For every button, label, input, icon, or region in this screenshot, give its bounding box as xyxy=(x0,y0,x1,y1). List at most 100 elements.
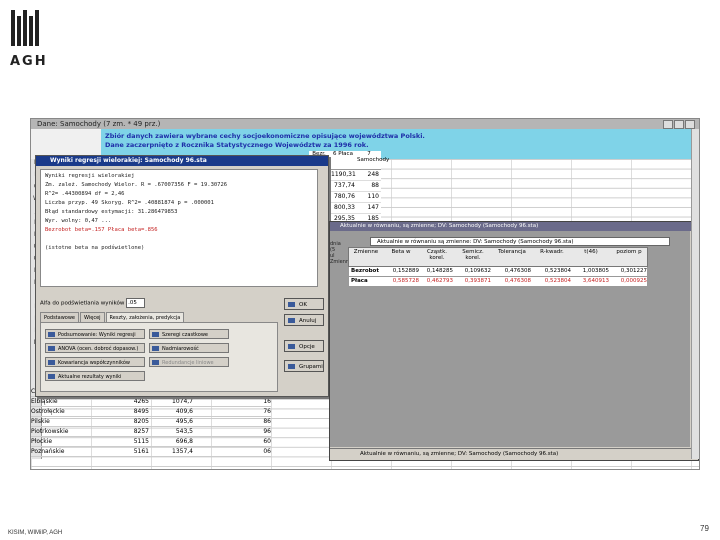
results-caption: Aktualnie w równaniu są zmienne: DV: Sam… xyxy=(370,237,670,246)
col-header-placa: 6 Płaca xyxy=(333,151,353,157)
table-row: Piotrkowskie 8257 543,5 96 xyxy=(31,427,271,437)
by-group-button[interactable]: Grupami xyxy=(284,360,324,372)
back-cell: 737,74 xyxy=(334,182,355,189)
city-value: 5161 xyxy=(133,448,149,455)
city-name: Poznańskie xyxy=(31,448,65,455)
results-column-header: poziom p xyxy=(616,249,642,255)
city-value: 8205 xyxy=(133,418,149,425)
options-button[interactable]: Opcje xyxy=(284,340,324,352)
results-table: Zmienne Beta w Cząstk. korel. Semicz. korel… xyxy=(348,247,648,287)
results-row-label: Bezrobot xyxy=(351,268,379,274)
city-value: 1074,7 xyxy=(172,398,193,405)
regression-results-dialog: Wyniki regresji wielorakiej: Samochody 9… xyxy=(35,155,329,397)
summary-results-button[interactable]: Podsumowanie: Wyniki regresji xyxy=(45,329,145,339)
alpha-row: Alfa do podświetlania wyników .05 xyxy=(40,298,146,308)
table-row: Płockie 5115 696,8 60 xyxy=(31,437,271,447)
results-side-labels: dnia (5 ul Zmienne xyxy=(330,241,352,265)
results-row-label: Płaca xyxy=(351,278,368,284)
footer-institution: KISIM, WIMiIP, AGH xyxy=(8,530,63,536)
results-cell: 0,152889 xyxy=(392,268,419,274)
results-cell: 0,476308 xyxy=(504,268,531,274)
back-cell: 147 xyxy=(367,204,379,211)
current-results-button[interactable]: Aktualne rezultaty wyniki xyxy=(45,371,145,381)
summary-line: Błąd standardowy estymacji: 31.286479853 xyxy=(45,209,178,215)
summary-line xyxy=(45,235,313,244)
results-table-header: Zmienne Beta w Cząstk. korel. Semicz. korel… xyxy=(348,247,648,267)
regression-summary: Wyniki regresji wielorakiej Zm. zależ. S… xyxy=(40,169,318,287)
results-sheet-tab[interactable]: Aktualnie w równaniu, są zmienne; DV: Sa… xyxy=(330,448,696,459)
covariance-button[interactable]: Kowariancja współczynników xyxy=(45,357,145,367)
maximize-icon[interactable] xyxy=(674,120,684,129)
city-value: 4265 xyxy=(133,398,149,405)
city-value: 409,6 xyxy=(175,408,193,415)
city-name: Pilskie xyxy=(31,418,50,425)
results-cell: 0,000925 xyxy=(620,278,647,284)
summary-line: Zm. zależ. Samochody Wielor. R = .670073… xyxy=(45,182,228,188)
close-icon[interactable] xyxy=(685,120,695,129)
city-name: Elbląskie xyxy=(31,398,58,405)
city-value: 495,6 xyxy=(175,418,193,425)
city-value: 696,8 xyxy=(175,438,193,445)
city-value: 06 xyxy=(263,448,271,455)
summary-line: Wyniki regresji wielorakiej xyxy=(45,173,135,179)
results-cell: 0,585728 xyxy=(392,278,419,284)
results-column-header: Zmienne xyxy=(353,249,379,255)
col-header-samochody: 7 Samochody xyxy=(357,151,390,163)
agh-logo: AGH xyxy=(10,10,46,69)
results-cell: 0,476308 xyxy=(504,278,531,284)
alpha-label: Alfa do podświetlania wyników xyxy=(40,300,125,307)
results-column-header: Tolerancja xyxy=(498,249,526,255)
redundancy-button[interactable]: Nadmiarowość xyxy=(149,343,229,353)
table-row: Poznańskie 5161 1357,4 06 xyxy=(31,447,271,457)
results-cell: 0,523804 xyxy=(544,278,571,284)
partial-correlations-button[interactable]: Szeregi czastkowe xyxy=(149,329,229,339)
city-name: Płockie xyxy=(31,438,53,445)
vertical-scrollbar[interactable] xyxy=(691,129,699,459)
results-window-title: Aktualnie w równaniu, są zmienne; DV: Sa… xyxy=(330,222,698,231)
back-cell: 248 xyxy=(367,171,379,178)
city-value: 5115 xyxy=(133,438,149,445)
ok-button[interactable]: OK xyxy=(284,298,324,310)
city-value: 60 xyxy=(263,438,271,445)
cancel-button[interactable]: Anuluj xyxy=(284,314,324,326)
city-value: 8257 xyxy=(133,428,149,435)
dialog-title: Wyniki regresji wielorakiej: Samochody 9… xyxy=(36,156,328,166)
table-row: Ostrołęckie 8495 409,6 76 xyxy=(31,407,271,417)
beta-line: Bezrobot beta=.157 Płaca beta=.856 xyxy=(45,227,158,233)
table-row: Pilskie 8205 495,6 86 xyxy=(31,417,271,427)
back-cell: 88 xyxy=(371,182,379,189)
results-column-header: Semicz. korel. xyxy=(462,249,484,261)
results-cell: 0,148285 xyxy=(426,268,453,274)
agh-logo-mark-icon xyxy=(10,10,40,46)
summary-line: (istotne beta na podświetlone) xyxy=(45,245,145,251)
anova-button[interactable]: ANOVA (ocen. dobroć dopasow.) xyxy=(45,343,145,353)
city-table: Częstochowskie12327774,060Elbląskie42651… xyxy=(31,387,271,457)
results-cell: 3,640913 xyxy=(582,278,609,284)
results-spreadsheet-window: Aktualnie w równaniu, są zmienne; DV: Sa… xyxy=(329,221,699,461)
window-title-text: Dane: Samochody (7 zm. * 49 prz.) xyxy=(37,120,161,128)
city-value: 16 xyxy=(263,398,271,405)
results-cell: 0,523804 xyxy=(544,268,571,274)
city-value: 96 xyxy=(263,428,271,435)
city-name: Piotrkowskie xyxy=(31,428,69,435)
summary-line: Liczba przyp. 49 Skoryg. R^2= .40881874 … xyxy=(45,200,214,206)
linear-redundancy-button[interactable]: Redundancje liniowe xyxy=(149,357,229,367)
back-cell: 1190,31 xyxy=(331,171,356,178)
window-title: Dane: Samochody (7 zm. * 49 prz.) xyxy=(31,119,699,129)
results-row[interactable]: Płaca 0,585728 0,462793 0,393871 0,476308 0,5… xyxy=(348,277,648,287)
city-name: Ostrołęckie xyxy=(31,408,65,415)
page-number: 79 xyxy=(700,524,709,533)
results-column-header: t(46) xyxy=(584,249,598,255)
results-row[interactable]: Bezrobot 0,152889 0,148285 0,109632 0,476308… xyxy=(348,267,648,277)
results-column-header: R-kwadr. xyxy=(540,249,564,255)
city-value: 76 xyxy=(263,408,271,415)
city-value: 543,5 xyxy=(175,428,193,435)
logo-text: AGH xyxy=(10,54,48,69)
results-cell: 1,003805 xyxy=(582,268,609,274)
alpha-input[interactable]: .05 xyxy=(126,298,146,308)
statistica-window: Dane: Samochody (7 zm. * 49 prz.) Zbiór … xyxy=(30,118,700,470)
minimize-icon[interactable] xyxy=(663,120,673,129)
results-cell: 0,109632 xyxy=(464,268,491,274)
tab-panel: Podsumowanie: Wyniki regresji Szeregi cz… xyxy=(40,322,278,392)
results-cell: 0,462793 xyxy=(426,278,453,284)
